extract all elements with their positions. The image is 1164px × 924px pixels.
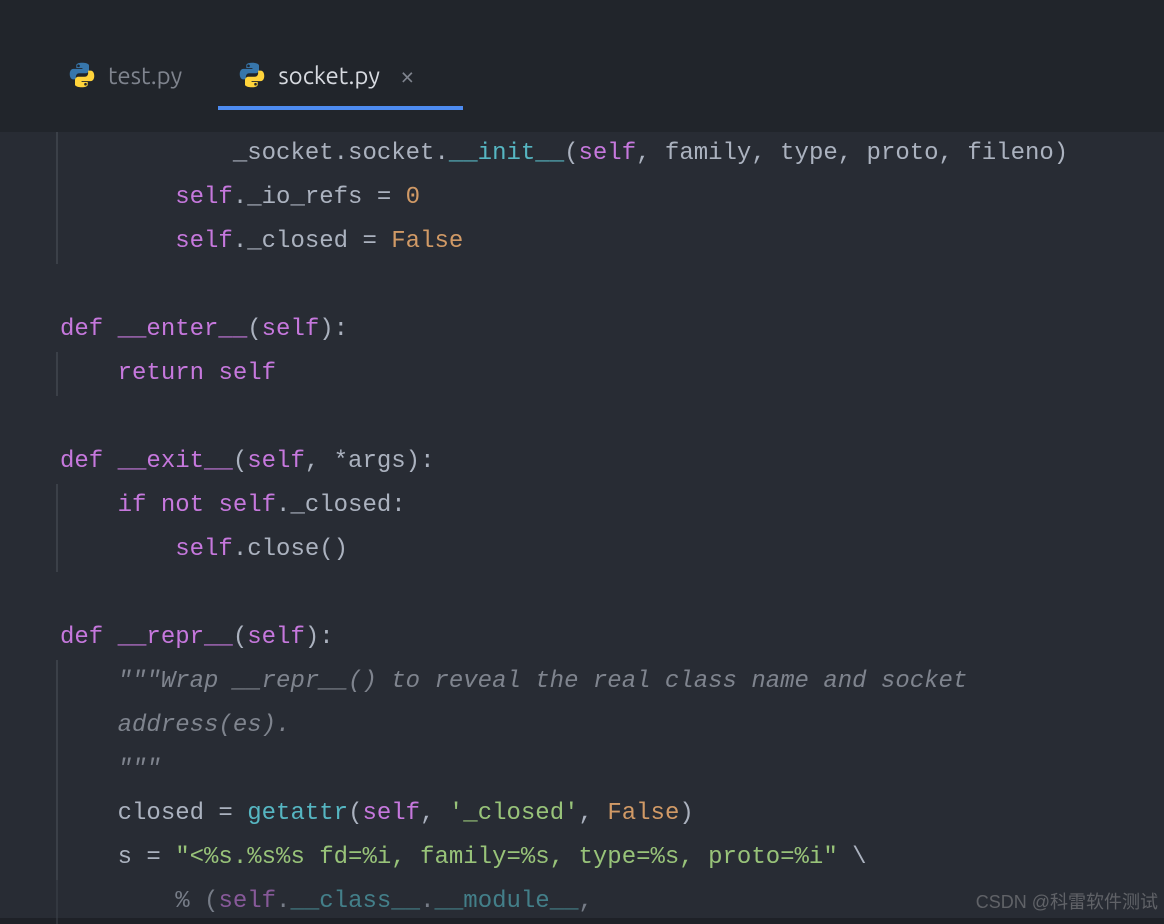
code-editor[interactable]: _socket.socket.__init__(self, family, ty… — [0, 132, 1164, 918]
code-line: self._io_refs = 0 — [0, 176, 1164, 220]
close-icon[interactable]: × — [400, 61, 415, 90]
tab-label: socket.py — [278, 62, 380, 89]
code-line: """Wrap __repr__() to reveal the real cl… — [0, 660, 1164, 704]
spacer — [0, 110, 1164, 132]
tab-label: test.py — [108, 62, 182, 89]
python-icon — [68, 61, 96, 89]
code-line: address(es). — [0, 704, 1164, 748]
code-line: def __enter__(self): — [0, 308, 1164, 352]
code-line — [0, 572, 1164, 616]
watermark: CSDN @科雷软件测试 — [976, 888, 1158, 914]
code-line: self.close() — [0, 528, 1164, 572]
code-line: s = "<%s.%s%s fd=%i, family=%s, type=%s,… — [0, 836, 1164, 880]
code-line: """ — [0, 748, 1164, 792]
code-line: return self — [0, 352, 1164, 396]
code-line: if not self._closed: — [0, 484, 1164, 528]
code-line: def __repr__(self): — [0, 616, 1164, 660]
code-line: def __exit__(self, *args): — [0, 440, 1164, 484]
code-line: _socket.socket.__init__(self, family, ty… — [0, 132, 1164, 176]
python-icon — [238, 61, 266, 89]
code-line — [0, 396, 1164, 440]
code-line: closed = getattr(self, '_closed', False) — [0, 792, 1164, 836]
tab-test[interactable]: test.py — [40, 40, 210, 110]
title-bar — [0, 0, 1164, 40]
code-line: self._closed = False — [0, 220, 1164, 264]
tab-socket[interactable]: socket.py × — [210, 40, 442, 110]
tab-bar: test.py socket.py × — [0, 40, 1164, 110]
code-line — [0, 264, 1164, 308]
